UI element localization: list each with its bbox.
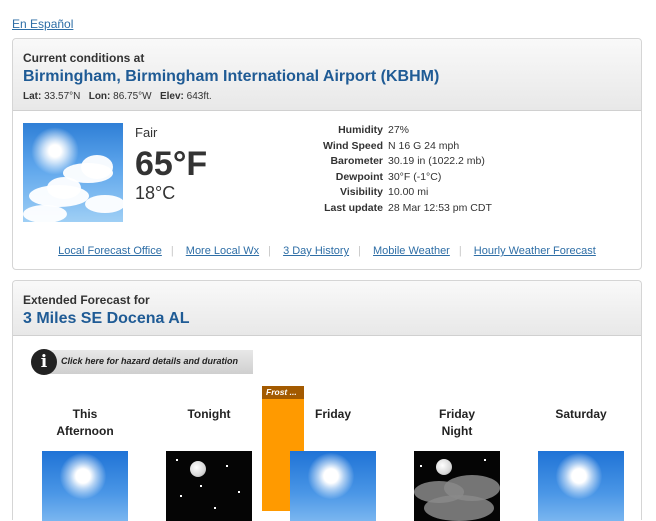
period-name: Friday Night bbox=[412, 406, 502, 440]
lon-label: Lon: bbox=[88, 91, 111, 102]
link-separator: | bbox=[170, 245, 174, 257]
extended-forecast-panel: Extended Forecast for 3 Miles SE Docena … bbox=[12, 280, 642, 521]
station-name: Birmingham, Birmingham International Air… bbox=[23, 68, 440, 85]
hazard-details-button[interactable]: i Click here for hazard details and dura… bbox=[31, 349, 253, 375]
detail-label: Wind Speed bbox=[323, 139, 383, 152]
extended-forecast-label: Extended Forecast for bbox=[23, 293, 150, 307]
period-name: Friday bbox=[288, 406, 378, 423]
detail-label: Humidity bbox=[338, 124, 383, 136]
extended-forecast-header: Extended Forecast for 3 Miles SE Docena … bbox=[13, 281, 641, 336]
lat-label: Lat: bbox=[23, 91, 42, 102]
sunny-icon bbox=[538, 451, 624, 521]
local-forecast-office-link[interactable]: Local Forecast Office bbox=[49, 245, 171, 257]
condition-text: Fair bbox=[135, 125, 158, 140]
language-link[interactable]: En Español bbox=[12, 17, 73, 31]
clear-night-icon bbox=[166, 451, 252, 521]
period-line: Saturday bbox=[555, 407, 607, 421]
detail-row: Humidity 27% bbox=[313, 123, 492, 139]
sunny-sky-icon bbox=[23, 123, 123, 222]
partly-cloudy-night-icon bbox=[414, 451, 500, 521]
conditions-details-table: Humidity 27% Wind Speed N 16 G 24 mph Baro… bbox=[313, 123, 492, 216]
temperature-f: 65°F bbox=[135, 145, 208, 183]
lon-value: 86.75°W bbox=[113, 91, 152, 102]
detail-row: Last update 28 Mar 12:53 pm CDT bbox=[313, 201, 492, 217]
hourly-forecast-link[interactable]: Hourly Weather Forecast bbox=[465, 245, 605, 257]
detail-row: Visibility 10.00 mi bbox=[313, 185, 492, 201]
detail-row: Barometer 30.19 in (1022.2 mb) bbox=[313, 154, 492, 170]
link-separator: | bbox=[458, 245, 462, 257]
sunny-icon bbox=[290, 451, 376, 521]
period-line: Friday bbox=[438, 407, 475, 421]
period-name: This Afternoon bbox=[40, 406, 130, 440]
frost-label: Frost ... bbox=[262, 386, 304, 399]
detail-row: Dewpoint 30°F (-1°C) bbox=[313, 170, 492, 186]
detail-label: Barometer bbox=[330, 155, 383, 167]
detail-value: 28 Mar 12:53 pm CDT bbox=[388, 201, 492, 214]
elev-value: 643ft. bbox=[186, 91, 212, 102]
period-line: Afternoon bbox=[56, 424, 114, 438]
link-separator: | bbox=[358, 245, 361, 257]
lat-value: 33.57°N bbox=[44, 91, 81, 102]
hazard-text: Click here for hazard details and durati… bbox=[61, 356, 239, 366]
elev-label: Elev: bbox=[159, 91, 184, 102]
period-name: Saturday bbox=[536, 406, 626, 423]
detail-value: N 16 G 24 mph bbox=[388, 139, 460, 152]
detail-value: 10.00 mi bbox=[388, 186, 429, 198]
detail-value: 30°F (-1°C) bbox=[388, 170, 442, 183]
mobile-weather-link[interactable]: Mobile Weather bbox=[364, 245, 459, 257]
info-icon: i bbox=[31, 349, 57, 375]
detail-row: Wind Speed N 16 G 24 mph bbox=[313, 139, 492, 155]
detail-value: 27% bbox=[388, 124, 410, 136]
period-line: Night bbox=[441, 424, 473, 438]
detail-value: 30.19 in (1022.2 mb) bbox=[388, 155, 485, 167]
period-line: Friday bbox=[314, 407, 351, 421]
period-name: Tonight bbox=[164, 406, 254, 423]
detail-label: Last update bbox=[324, 201, 383, 214]
link-separator: | bbox=[268, 245, 271, 257]
period-line: This bbox=[72, 407, 98, 421]
current-conditions-panel: Current conditions at Birmingham, Birmin… bbox=[12, 38, 642, 270]
forecast-location: 3 Miles SE Docena AL bbox=[23, 310, 190, 327]
temperature-c: 18°C bbox=[135, 183, 176, 203]
three-day-history-link[interactable]: 3 Day History bbox=[274, 245, 358, 257]
related-links: Local Forecast Office | More Local Wx | 3 … bbox=[13, 245, 641, 257]
detail-label: Visibility bbox=[340, 186, 383, 198]
detail-label: Dewpoint bbox=[335, 170, 383, 183]
more-local-wx-link[interactable]: More Local Wx bbox=[177, 245, 268, 257]
current-conditions-header: Current conditions at Birmingham, Birmin… bbox=[13, 39, 641, 111]
sunny-icon bbox=[42, 451, 128, 521]
current-conditions-label: Current conditions at bbox=[23, 51, 145, 65]
period-line: Tonight bbox=[187, 407, 231, 421]
station-coordinates: Lat: 33.57°N Lon: 86.75°W Elev: 643ft. bbox=[23, 91, 631, 102]
